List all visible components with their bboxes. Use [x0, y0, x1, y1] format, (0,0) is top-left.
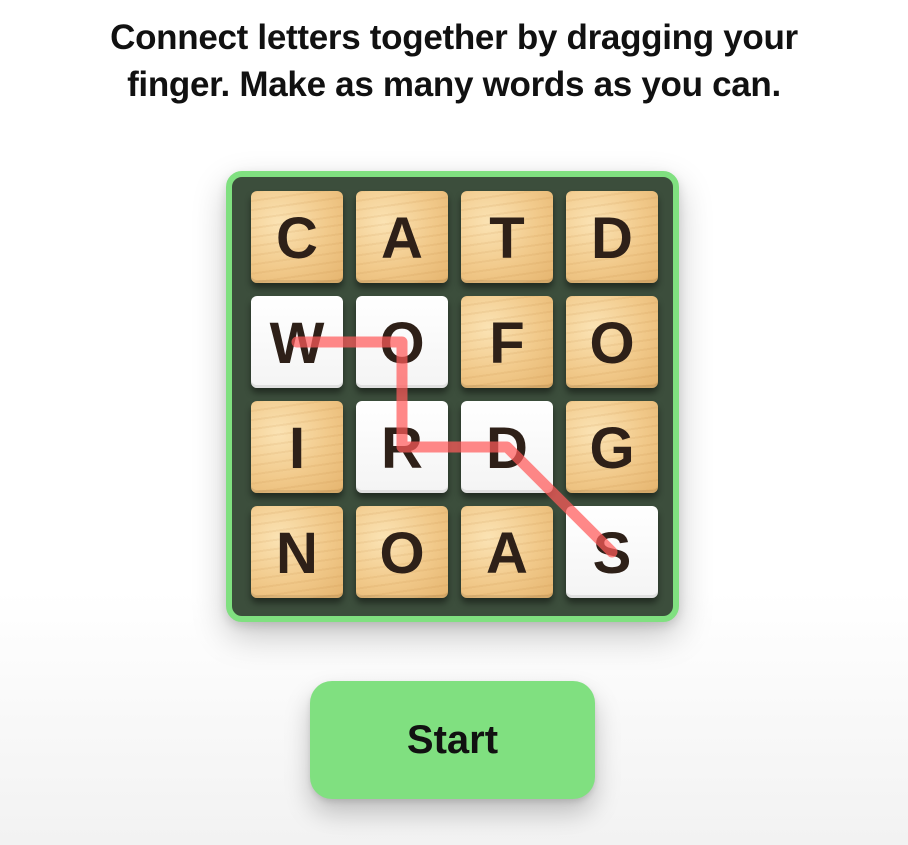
instructions-line-1: Connect letters together by dragging you…	[110, 18, 798, 57]
tile-letter: F	[489, 310, 525, 376]
letter-tile-r1c1[interactable]: C	[251, 191, 343, 283]
start-button[interactable]: Start	[310, 681, 595, 799]
letter-tile-r1c3[interactable]: T	[461, 191, 553, 283]
letter-tile-r4c1[interactable]: N	[251, 506, 343, 598]
letter-board: CATDWOFOIRDGNOAS	[226, 171, 679, 622]
tile-letter: G	[589, 415, 635, 481]
letter-tile-r2c4[interactable]: O	[566, 296, 658, 388]
tile-letter: O	[379, 310, 425, 376]
tile-letter: S	[592, 520, 632, 586]
instructions-text: Connect letters together by dragging you…	[0, 14, 908, 108]
tile-letter: I	[288, 415, 306, 481]
letter-tile-r4c2[interactable]: O	[356, 506, 448, 598]
letter-grid: CATDWOFOIRDGNOAS	[251, 191, 658, 598]
tile-letter: A	[381, 205, 423, 271]
letter-tile-r2c3[interactable]: F	[461, 296, 553, 388]
letter-tile-r1c4[interactable]: D	[566, 191, 658, 283]
tile-letter: W	[269, 310, 325, 376]
letter-tile-r1c2[interactable]: A	[356, 191, 448, 283]
letter-tile-r2c2[interactable]: O	[356, 296, 448, 388]
tile-letter: O	[379, 520, 425, 586]
tile-letter: D	[486, 415, 528, 481]
tile-letter: T	[489, 205, 525, 271]
letter-tile-r3c1[interactable]: I	[251, 401, 343, 493]
selection-path	[291, 336, 618, 558]
letter-tile-r3c4[interactable]: G	[566, 401, 658, 493]
letter-tile-r3c3[interactable]: D	[461, 401, 553, 493]
tile-letter: D	[591, 205, 633, 271]
tile-letter: A	[486, 520, 528, 586]
tile-letter: R	[381, 415, 423, 481]
tile-letter: O	[589, 310, 635, 376]
instructions-line-2: finger. Make as many words as you can.	[127, 65, 781, 104]
tile-letter: C	[276, 205, 318, 271]
letter-tile-r2c1[interactable]: W	[251, 296, 343, 388]
tutorial-screen: Connect letters together by dragging you…	[0, 0, 908, 845]
letter-tile-r3c2[interactable]: R	[356, 401, 448, 493]
letter-tile-r4c4[interactable]: S	[566, 506, 658, 598]
tile-letter: N	[276, 520, 318, 586]
letter-tile-r4c3[interactable]: A	[461, 506, 553, 598]
